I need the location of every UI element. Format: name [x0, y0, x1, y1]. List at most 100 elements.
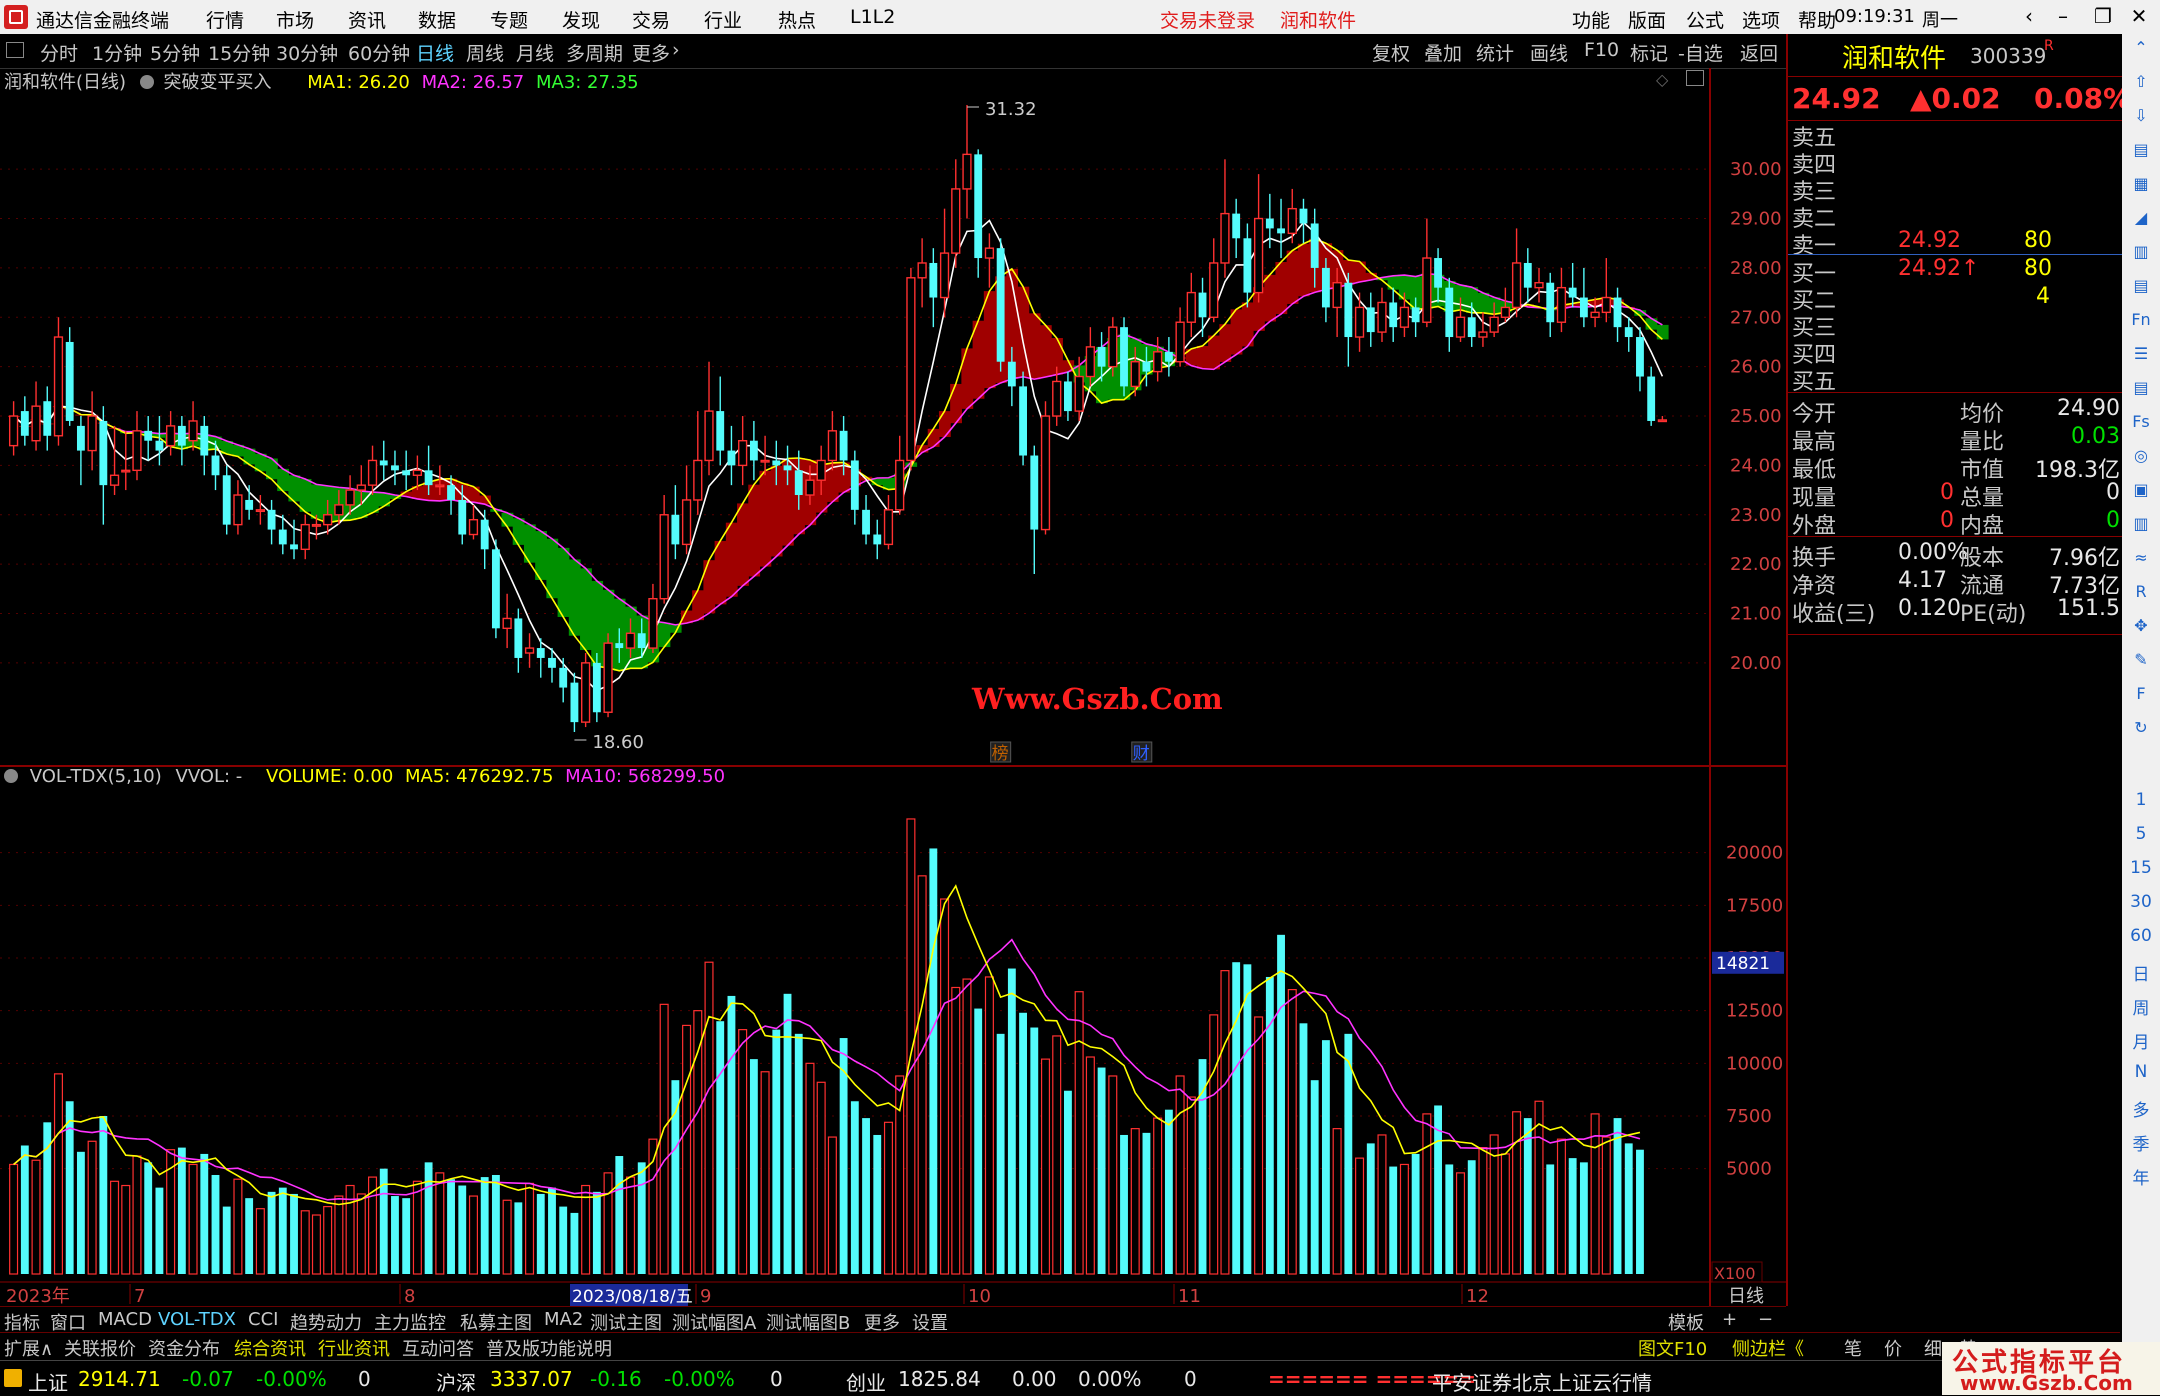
- fs2-icon[interactable]: F: [2128, 684, 2154, 710]
- info-right-tab-3[interactable]: 价: [1884, 1335, 1902, 1361]
- volume-bar-up[interactable]: [188, 1163, 198, 1275]
- volume-bar-down[interactable]: [155, 1187, 164, 1274]
- volume-bar-down[interactable]: [1523, 1118, 1532, 1274]
- volume-bar-up[interactable]: [53, 1073, 63, 1275]
- candle-body-up[interactable]: [8, 415, 19, 447]
- candle-body-down[interactable]: [559, 667, 568, 688]
- candle-body-up[interactable]: [962, 153, 972, 190]
- candle-body-up[interactable]: [166, 425, 176, 447]
- candle-body-up[interactable]: [367, 459, 378, 486]
- candle-body-down[interactable]: [267, 509, 276, 530]
- volume-bar-up[interactable]: [1254, 1016, 1264, 1275]
- candle-body-up[interactable]: [1040, 415, 1051, 531]
- candle-body-down[interactable]: [637, 633, 646, 649]
- info-tab-2[interactable]: 资金分布: [148, 1335, 220, 1361]
- volume-bar-up[interactable]: [1455, 1172, 1466, 1275]
- volume-bar-up[interactable]: [581, 1184, 591, 1275]
- volume-bar-up[interactable]: [255, 1208, 265, 1275]
- candle-body-down[interactable]: [1265, 218, 1274, 229]
- volume-bar-down[interactable]: [749, 1059, 758, 1274]
- volume-bar-down[interactable]: [458, 1185, 467, 1274]
- rsi-icon[interactable]: R: [2128, 582, 2154, 608]
- candle-body-up[interactable]: [1377, 301, 1387, 333]
- volume-bar-up[interactable]: [816, 1081, 826, 1275]
- candle-body-down[interactable]: [1613, 297, 1622, 328]
- volume-bar-up[interactable]: [334, 1195, 344, 1275]
- volume-bar-down[interactable]: [1624, 1143, 1633, 1274]
- candle-body-down[interactable]: [1344, 282, 1353, 338]
- candle-body-down[interactable]: [1434, 258, 1442, 288]
- volume-bar-down[interactable]: [177, 1147, 186, 1274]
- move-icon[interactable]: ✥: [2128, 616, 2154, 642]
- candle-body-down[interactable]: [671, 514, 680, 545]
- volume-bar-down[interactable]: [570, 1212, 579, 1274]
- candle-body-down[interactable]: [1120, 327, 1128, 387]
- candle-body-up[interactable]: [704, 410, 714, 462]
- volume-bar-down[interactable]: [278, 1187, 287, 1274]
- volume-bar-up[interactable]: [356, 1193, 366, 1275]
- volume-bar-up[interactable]: [738, 1029, 748, 1275]
- note-icon[interactable]: ▤: [2128, 378, 2154, 404]
- news-icon[interactable]: ▤: [2128, 276, 2154, 302]
- bottom-tab-4[interactable]: CCI: [248, 1309, 278, 1330]
- candle-body-up[interactable]: [53, 336, 64, 437]
- candle-body-down[interactable]: [278, 529, 287, 545]
- volume-bar-down[interactable]: [447, 1179, 455, 1274]
- candle-body-up[interactable]: [1455, 316, 1466, 338]
- volume-bar-down[interactable]: [1321, 1040, 1330, 1274]
- volume-bar-down[interactable]: [1411, 1153, 1420, 1274]
- volume-bar-down[interactable]: [783, 993, 792, 1274]
- volume-bar-up[interactable]: [1422, 1113, 1432, 1275]
- candle-body-up[interactable]: [917, 262, 927, 279]
- volume-bar-down[interactable]: [267, 1191, 276, 1274]
- candle-body-down[interactable]: [1366, 307, 1375, 333]
- candle-body-up[interactable]: [883, 509, 894, 546]
- candle-body-up[interactable]: [132, 430, 142, 472]
- candle-body-up[interactable]: [648, 597, 658, 649]
- candle-body-down[interactable]: [727, 450, 736, 466]
- candle-body-down[interactable]: [1636, 337, 1644, 377]
- wave-icon[interactable]: ≈: [2128, 548, 2154, 574]
- candle-body-up[interactable]: [939, 252, 950, 299]
- candle-body-down[interactable]: [402, 470, 411, 476]
- candle-body-down[interactable]: [862, 509, 870, 535]
- candle-body-down[interactable]: [447, 485, 455, 500]
- server-name[interactable]: 平安证券北京上证云行情: [1432, 1367, 1652, 1396]
- candle-body-down[interactable]: [929, 262, 938, 298]
- info-right-tab-4[interactable]: 细: [1924, 1335, 1942, 1361]
- period-shortcut-11[interactable]: 年: [2126, 1164, 2156, 1189]
- candle-body-up[interactable]: [827, 430, 838, 462]
- candle-body-up[interactable]: [334, 504, 344, 516]
- volume-bar-down[interactable]: [996, 1033, 1005, 1274]
- volume-bar-up[interactable]: [1108, 1075, 1118, 1275]
- candle-body-down[interactable]: [391, 465, 399, 471]
- candle-body-up[interactable]: [681, 499, 692, 546]
- bar-icon[interactable]: ▥: [2128, 514, 2154, 540]
- candle-body-up[interactable]: [1108, 326, 1118, 368]
- volume-bar-down[interactable]: [1299, 1023, 1308, 1274]
- candle-body-down[interactable]: [1243, 238, 1252, 293]
- candle-body-down[interactable]: [839, 430, 848, 461]
- list-icon[interactable]: ☰: [2128, 344, 2154, 370]
- indicator-toggle-icon[interactable]: [139, 75, 154, 89]
- volume-bar-up[interactable]: [827, 1136, 837, 1275]
- candle-body-up[interactable]: [1220, 212, 1230, 264]
- volume-bar-down[interactable]: [222, 1206, 231, 1274]
- candle-body-down[interactable]: [1019, 386, 1027, 456]
- volume-bar-down[interactable]: [536, 1193, 545, 1274]
- volume-bar-up[interactable]: [1085, 1056, 1095, 1275]
- candle-body-down[interactable]: [200, 425, 209, 456]
- candle-body-up[interactable]: [895, 459, 905, 511]
- indicator-name[interactable]: 突破变平买入: [164, 72, 272, 93]
- candle-body-down[interactable]: [1007, 361, 1016, 387]
- volume-bar-down[interactable]: [716, 1021, 725, 1274]
- volume-bar-up[interactable]: [1478, 1146, 1488, 1275]
- candle-body-up[interactable]: [1332, 282, 1342, 309]
- candle-body-up[interactable]: [581, 662, 591, 723]
- candle-body-down[interactable]: [570, 682, 579, 723]
- candle-body-down[interactable]: [536, 648, 545, 658]
- candle-body-down[interactable]: [1321, 267, 1330, 308]
- volume-bar-up[interactable]: [1377, 1134, 1387, 1275]
- volume-bar-down[interactable]: [592, 1191, 601, 1274]
- candle-body-down[interactable]: [873, 534, 882, 545]
